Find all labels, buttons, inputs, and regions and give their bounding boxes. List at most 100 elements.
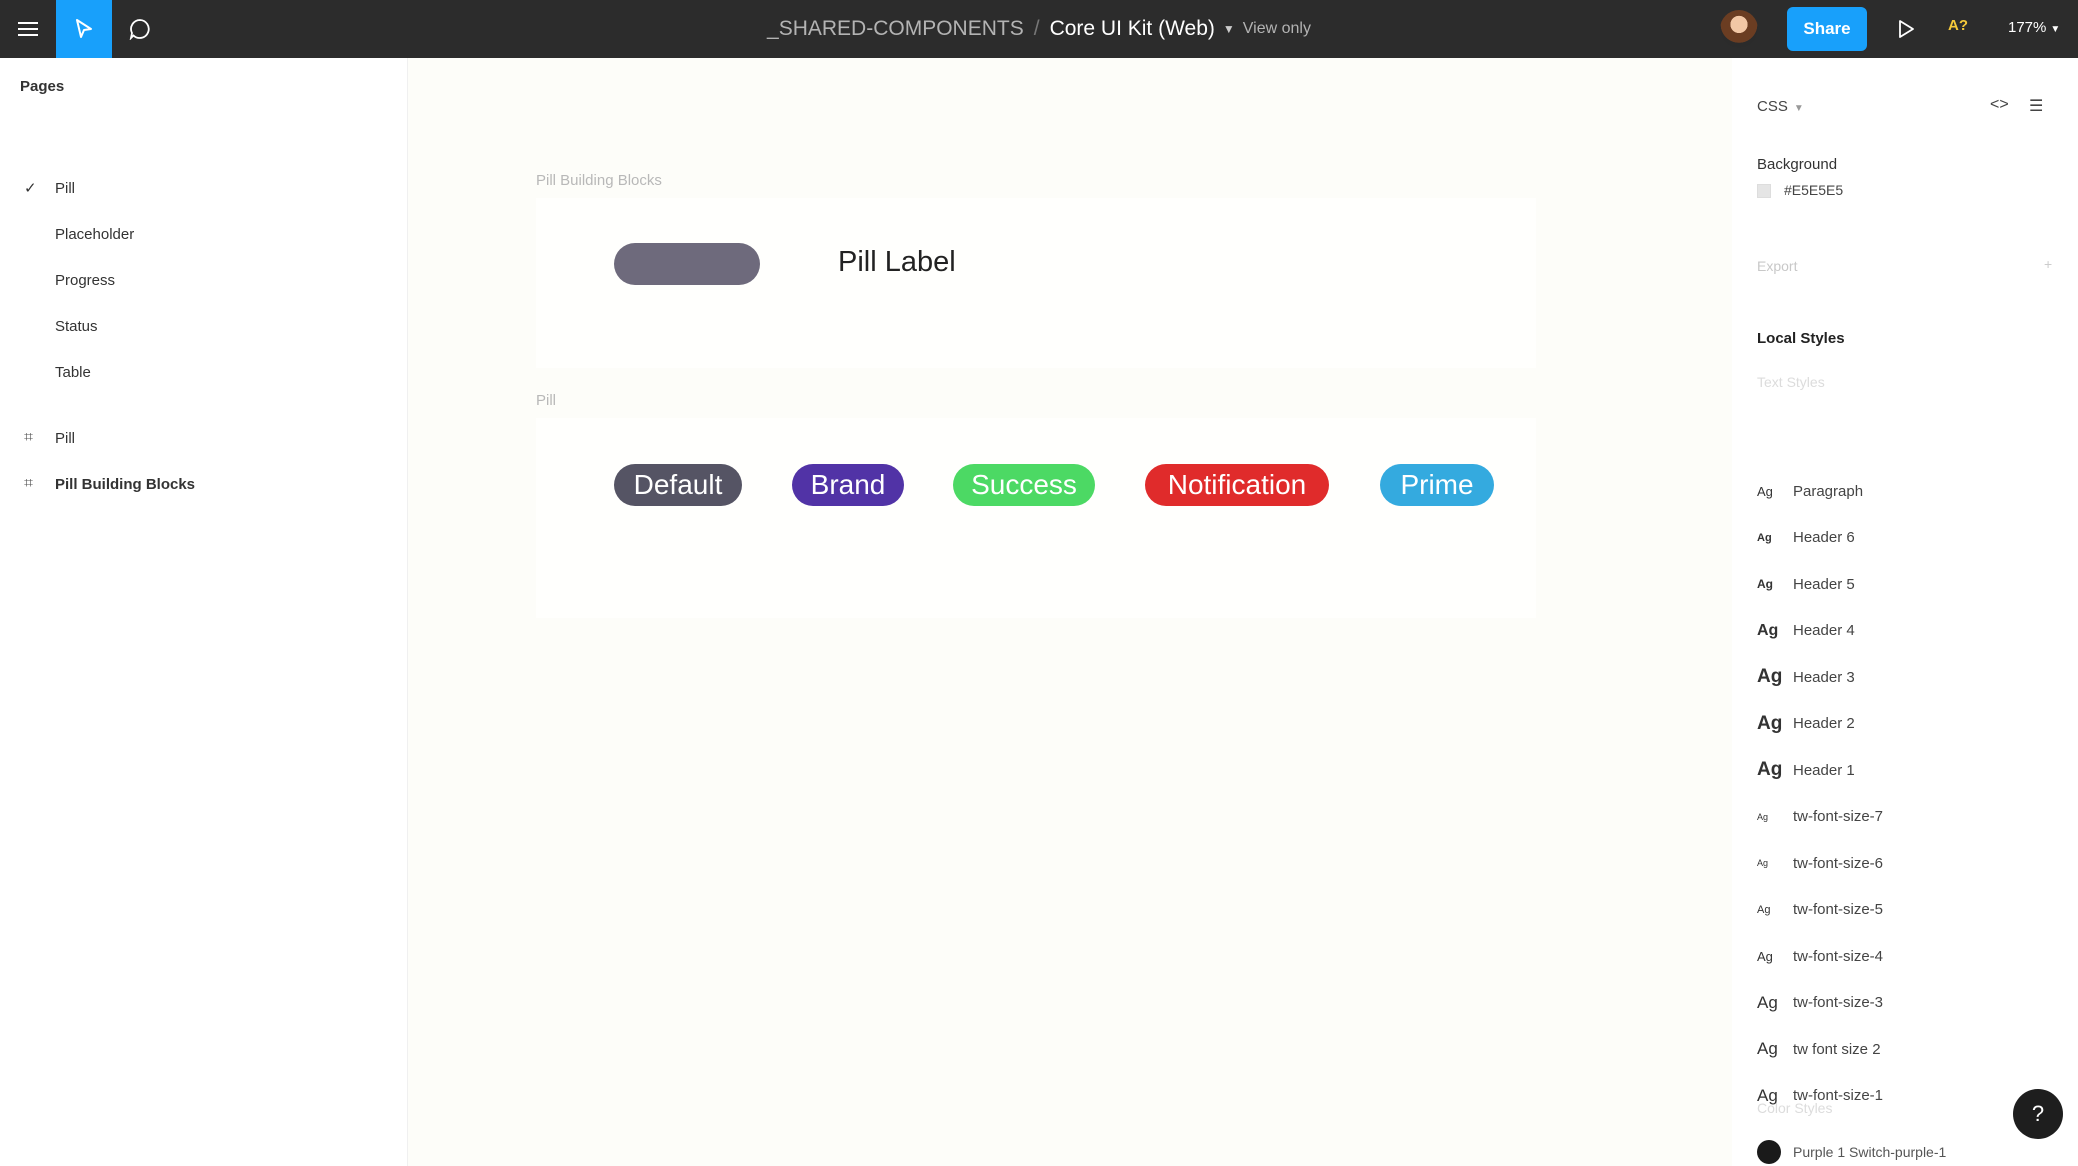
color-styles-heading: Color Styles — [1757, 1100, 1832, 1116]
text-style-preview-icon: Ag — [1757, 577, 1793, 591]
share-button[interactable]: Share — [1787, 7, 1867, 51]
text-style-preview-icon: Ag — [1757, 484, 1793, 499]
text-style-name: tw-font-size-3 — [1793, 994, 1883, 1011]
export-heading[interactable]: Export — [1757, 258, 1797, 274]
color-swatch — [1757, 1140, 1781, 1164]
text-style-name: tw font size 2 — [1793, 1041, 1881, 1058]
text-style-preview-icon: Ag — [1757, 993, 1793, 1013]
inspector-panel: CSS ▼ <> ☰ Background #E5E5E5 Export + Lo… — [1732, 58, 2078, 1166]
page-item-status[interactable]: Status — [0, 306, 408, 346]
text-style-name: Header 3 — [1793, 669, 1855, 686]
frame-pill[interactable] — [536, 418, 1536, 618]
page-item-progress[interactable]: Progress — [0, 260, 408, 300]
project-name[interactable]: _SHARED-COMPONENTS — [767, 17, 1024, 41]
page-label: Pill — [55, 180, 75, 197]
text-style-item[interactable]: Agtw font size 2 — [1757, 1034, 2057, 1064]
avatar[interactable] — [1720, 10, 1758, 48]
page-label: Placeholder — [55, 226, 134, 243]
left-sidebar: Pages ✓ Pill Placeholder Progress Status… — [0, 58, 408, 1166]
text-style-item[interactable]: Agtw-font-size-5 — [1757, 895, 2057, 925]
file-name[interactable]: Core UI Kit (Web) — [1050, 17, 1215, 41]
local-styles-heading: Local Styles — [1757, 330, 1845, 347]
ai-indicator[interactable]: A? — [1948, 17, 1968, 34]
text-style-name: Paragraph — [1793, 483, 1863, 500]
zoom-dropdown[interactable]: 177%▼ — [2008, 19, 2060, 36]
text-style-item[interactable]: AgHeader 6 — [1757, 523, 2057, 553]
page-item-placeholder[interactable]: Placeholder — [0, 214, 408, 254]
css-dropdown[interactable]: CSS ▼ — [1757, 98, 1804, 115]
background-value[interactable]: #E5E5E5 — [1784, 182, 1843, 198]
help-button[interactable]: ? — [2013, 1089, 2063, 1139]
text-style-name: Header 4 — [1793, 622, 1855, 639]
add-export-icon[interactable]: + — [2044, 256, 2052, 272]
frame-icon: ⌗ — [24, 429, 33, 447]
breadcrumb-separator: / — [1034, 17, 1040, 41]
chevron-down-icon: ▼ — [1794, 103, 1804, 114]
layer-label: Pill Building Blocks — [55, 476, 195, 493]
hamburger-icon — [18, 21, 38, 37]
canvas[interactable]: Pill Building Blocks Pill Label Pill Def… — [408, 58, 1732, 1166]
text-style-preview-icon: Ag — [1757, 1039, 1793, 1059]
background-swatch[interactable] — [1757, 184, 1771, 198]
frame-icon: ⌗ — [24, 475, 33, 493]
file-breadcrumb: _SHARED-COMPONENTS / Core UI Kit (Web) ▼… — [0, 0, 2078, 58]
text-style-item[interactable]: AgHeader 3 — [1757, 662, 2057, 692]
chevron-down-icon[interactable]: ▼ — [1223, 22, 1235, 36]
toolbar: _SHARED-COMPONENTS / Core UI Kit (Web) ▼… — [0, 0, 2078, 58]
text-style-item[interactable]: AgHeader 5 — [1757, 569, 2057, 599]
page-item-table[interactable]: Table — [0, 352, 408, 392]
text-style-preview-icon: Ag — [1757, 904, 1793, 916]
page-label: Progress — [55, 272, 115, 289]
text-style-preview-icon: Ag — [1757, 858, 1793, 868]
layer-item-pill[interactable]: ⌗ Pill — [0, 418, 408, 458]
text-style-name: Header 6 — [1793, 529, 1855, 546]
text-style-name: Header 2 — [1793, 715, 1855, 732]
text-style-item[interactable]: AgHeader 4 — [1757, 616, 2057, 646]
frame-title-pill[interactable]: Pill — [536, 392, 556, 409]
color-style-item[interactable]: Purple 1 Switch-purple-1 — [1757, 1140, 1946, 1164]
pill-shape[interactable] — [614, 243, 760, 285]
pill-notification[interactable]: Notification — [1145, 464, 1329, 506]
comment-icon — [129, 18, 151, 40]
main-menu-button[interactable] — [0, 0, 56, 58]
text-style-preview-icon: Ag — [1757, 622, 1793, 640]
text-style-name: tw-font-size-7 — [1793, 808, 1883, 825]
text-style-preview-icon: Ag — [1757, 666, 1793, 688]
pill-default[interactable]: Default — [614, 464, 742, 506]
text-style-preview-icon: Ag — [1757, 713, 1793, 735]
text-style-name: tw-font-size-4 — [1793, 948, 1883, 965]
pages-heading[interactable]: Pages — [20, 78, 64, 95]
text-styles-heading: Text Styles — [1757, 374, 1825, 390]
text-style-item[interactable]: AgHeader 2 — [1757, 709, 2057, 739]
color-style-name: Purple 1 Switch-purple-1 — [1793, 1144, 1946, 1160]
text-style-item[interactable]: Agtw-font-size-7 — [1757, 802, 2057, 832]
pill-prime[interactable]: Prime — [1380, 464, 1494, 506]
move-tool-button[interactable] — [56, 0, 112, 58]
list-icon[interactable]: ☰ — [2029, 96, 2043, 116]
text-style-item[interactable]: AgHeader 1 — [1757, 755, 2057, 785]
layer-item-pill-building-blocks[interactable]: ⌗ Pill Building Blocks — [0, 464, 408, 504]
text-style-item[interactable]: Agtw-font-size-3 — [1757, 988, 2057, 1018]
text-style-preview-icon: Ag — [1757, 759, 1793, 781]
text-style-item[interactable]: Agtw-font-size-4 — [1757, 941, 2057, 971]
text-style-name: Header 1 — [1793, 762, 1855, 779]
view-mode-label: View only — [1243, 20, 1311, 38]
pill-brand[interactable]: Brand — [792, 464, 904, 506]
chevron-down-icon: ▼ — [2050, 24, 2060, 35]
page-label: Status — [55, 318, 98, 335]
text-style-item[interactable]: AgParagraph — [1757, 476, 2057, 506]
background-heading: Background — [1757, 156, 1837, 173]
text-style-preview-icon: Ag — [1757, 949, 1793, 964]
present-button[interactable] — [1892, 15, 1920, 43]
css-label: CSS — [1757, 98, 1788, 115]
frame-title-pill-building-blocks[interactable]: Pill Building Blocks — [536, 172, 662, 189]
code-icon[interactable]: <> — [1990, 96, 2009, 114]
comment-tool-button[interactable] — [112, 0, 168, 58]
pill-label-text[interactable]: Pill Label — [838, 246, 956, 279]
text-style-item[interactable]: Agtw-font-size-6 — [1757, 848, 2057, 878]
text-style-preview-icon: Ag — [1757, 532, 1793, 544]
cursor-icon — [75, 18, 93, 40]
frame-pill-building-blocks[interactable]: Pill Label — [536, 198, 1536, 368]
pill-success[interactable]: Success — [953, 464, 1095, 506]
page-item-pill[interactable]: ✓ Pill — [0, 168, 408, 208]
